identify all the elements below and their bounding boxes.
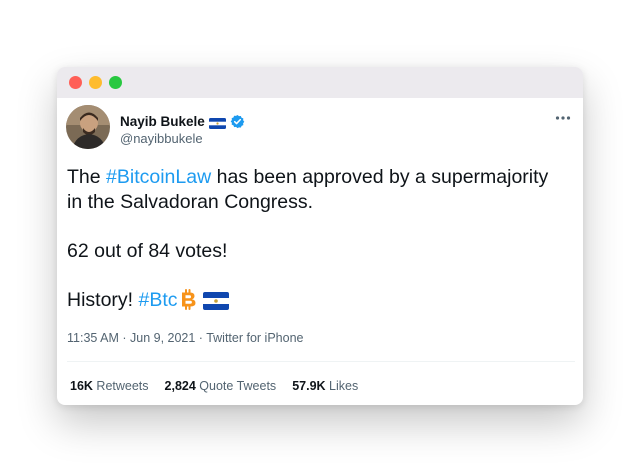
bitcoin-icon [178,289,198,317]
background: Nayib Bukele @nayibbukele The #BitcoinLa… [0,0,639,472]
author-handle[interactable]: @nayibbukele [120,131,203,146]
tweet-window: Nayib Bukele @nayibbukele The #BitcoinLa… [57,67,583,405]
divider [67,361,575,362]
tweet-text-segment: The [67,166,107,188]
author-row: Nayib Bukele [120,112,245,130]
el-salvador-flag-icon [208,116,226,129]
zoom-window-button[interactable] [109,76,122,89]
tweet-text-segment: History! [67,289,139,311]
tweet-text-segment: has been approved by a supermajority [211,166,549,188]
window-titlebar [57,67,583,98]
tweet-line-1: The #BitcoinLaw has been approved by a s… [67,165,577,190]
hashtag-btc-link[interactable]: #Btc [139,289,178,311]
tweet-timestamp[interactable]: 11:35 AM · Jun 9, 2021 · Twitter for iPh… [67,331,303,345]
likes-stat[interactable]: 57.9K Likes [292,379,358,393]
quote-tweets-label: Quote Tweets [195,379,277,393]
more-icon[interactable] [554,111,572,125]
el-salvador-flag-icon [202,292,229,317]
close-window-button[interactable] [69,76,82,89]
tweet-text: The #BitcoinLaw has been approved by a s… [67,165,577,317]
likes-count: 57.9K [292,379,326,393]
likes-label: Likes [325,379,359,393]
retweets-label: Retweets [92,379,149,393]
avatar[interactable] [66,105,110,149]
quote-tweets-count: 2,824 [164,379,196,393]
tweet-stats: 16K Retweets 2,824 Quote Tweets 57.9K Li… [70,379,358,393]
verified-badge-icon [230,114,245,129]
quote-tweets-stat[interactable]: 2,824 Quote Tweets [165,379,277,393]
tweet-line-4: History! #Btc [67,288,577,317]
hashtag-bitcoinlaw-link[interactable]: #BitcoinLaw [106,166,211,188]
retweets-count: 16K [70,379,93,393]
tweet-line-2: in the Salvadoran Congress. [67,191,314,213]
tweet-line-3: 62 out of 84 votes! [67,240,228,262]
minimize-window-button[interactable] [89,76,102,89]
author-name[interactable]: Nayib Bukele [120,114,205,129]
retweets-stat[interactable]: 16K Retweets [70,379,149,393]
